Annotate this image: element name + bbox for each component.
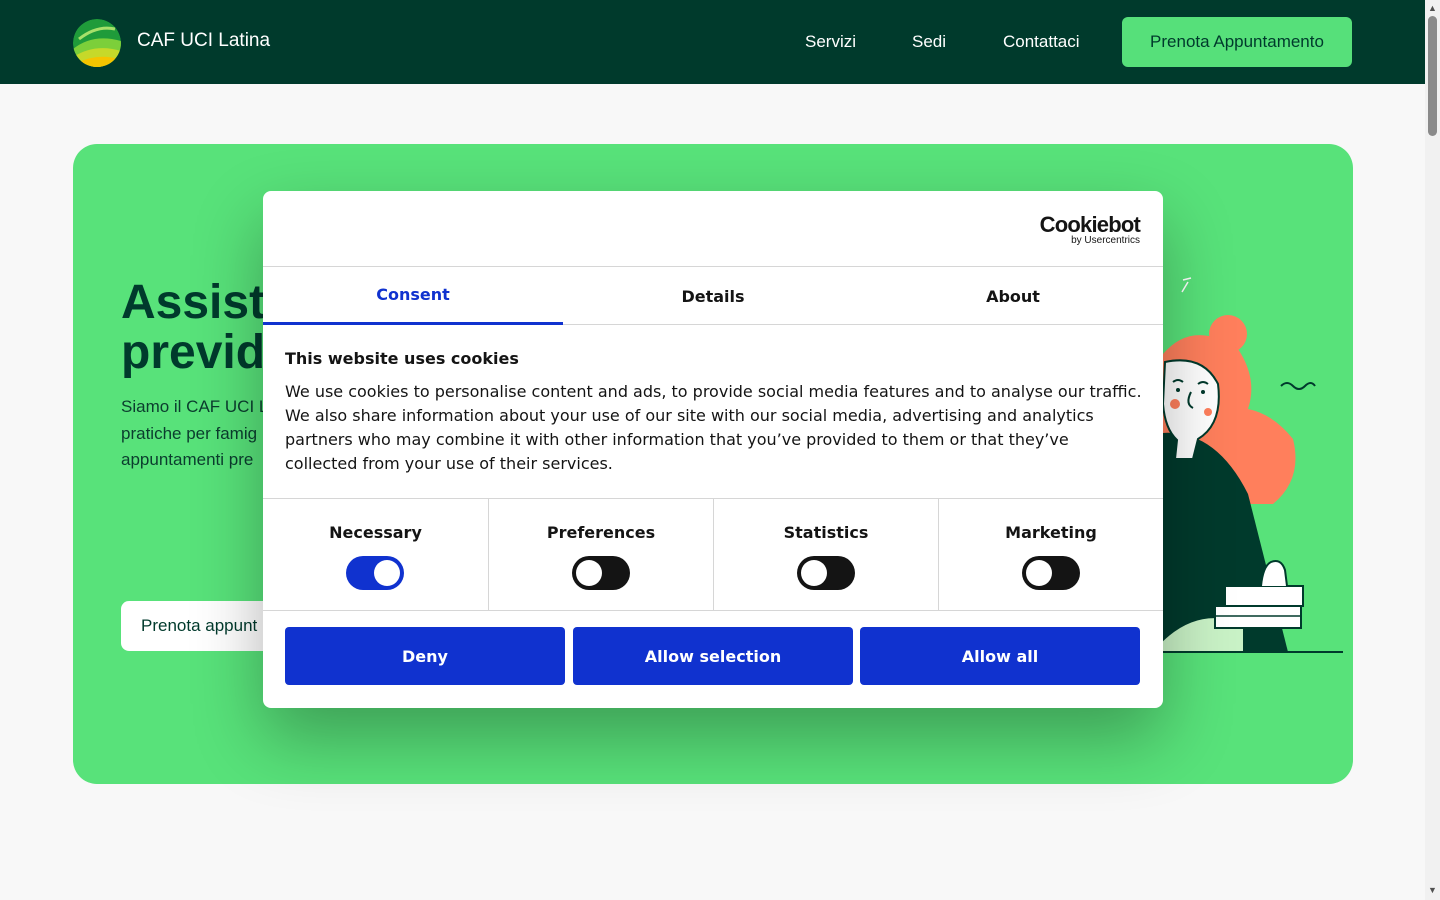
marketing-toggle[interactable] [1022,556,1080,590]
tab-consent[interactable]: Consent [263,267,563,325]
allow-selection-button[interactable]: Allow selection [573,627,853,685]
woman-at-desk-illustration [1153,277,1343,653]
toggle-label-marketing: Marketing [1005,523,1097,542]
cookie-dialog-description: We use cookies to personalise content an… [285,382,1142,473]
cookie-category-toggles: Necessary Preferences Statistics Marketi… [263,498,1163,611]
cookiebot-logo-word: Cookiebot [1039,212,1141,237]
cookiebot-logo-sub: by Usercentrics [1071,235,1140,246]
hero-text-line: pratiche per famig [121,423,258,443]
toggle-label-statistics: Statistics [783,523,869,542]
necessary-toggle[interactable] [346,556,404,590]
cookie-consent-dialog: Cookiebot by Usercentrics Consent Detail… [263,191,1163,708]
toggle-knob [374,560,400,586]
nav-link-servizi[interactable]: Servizi [805,32,856,52]
statistics-toggle[interactable] [797,556,855,590]
cookiebot-logo[interactable]: Cookiebot by Usercentrics [1038,212,1141,247]
caf-logo-icon[interactable] [73,19,121,67]
preferences-toggle[interactable] [572,556,630,590]
cookie-dialog-header: Cookiebot by Usercentrics [263,191,1163,267]
cookie-dialog-heading: This website uses cookies [285,349,519,368]
toggle-knob [1026,560,1052,586]
hero-text-line: Siamo il CAF UCI L [121,397,269,416]
page-scrollbar[interactable]: ▲ ▼ [1425,0,1440,900]
hero-text-line: appuntamenti pre [121,450,254,469]
site-header: CAF UCI Latina Servizi Sedi Contattaci P… [0,0,1425,84]
scroll-up-arrow-icon[interactable]: ▲ [1425,2,1440,14]
cookie-dialog-body: This website uses cookies We use cookies… [285,349,1145,476]
toggle-knob [801,560,827,586]
toggle-group-statistics: Statistics [713,499,938,611]
toggle-label-necessary: Necessary [329,523,422,542]
allow-all-button[interactable]: Allow all [860,627,1140,685]
scrollbar-thumb[interactable] [1428,16,1437,136]
deny-button[interactable]: Deny [285,627,565,685]
tab-details[interactable]: Details [563,267,863,325]
toggle-knob [576,560,602,586]
toggle-group-preferences: Preferences [488,499,713,611]
cookie-dialog-tabs: Consent Details About [263,267,1163,325]
toggle-group-marketing: Marketing [938,499,1163,611]
nav-link-contattaci[interactable]: Contattaci [1003,32,1080,52]
toggle-label-preferences: Preferences [546,523,656,542]
tab-about[interactable]: About [863,267,1163,325]
toggle-group-necessary: Necessary [263,499,488,611]
hero-title-line: previd [121,326,266,379]
nav-link-sedi[interactable]: Sedi [912,32,946,52]
book-appointment-button[interactable]: Prenota Appuntamento [1122,17,1352,67]
brand-name[interactable]: CAF UCI Latina [137,30,270,52]
scroll-down-arrow-icon[interactable]: ▼ [1425,884,1440,896]
